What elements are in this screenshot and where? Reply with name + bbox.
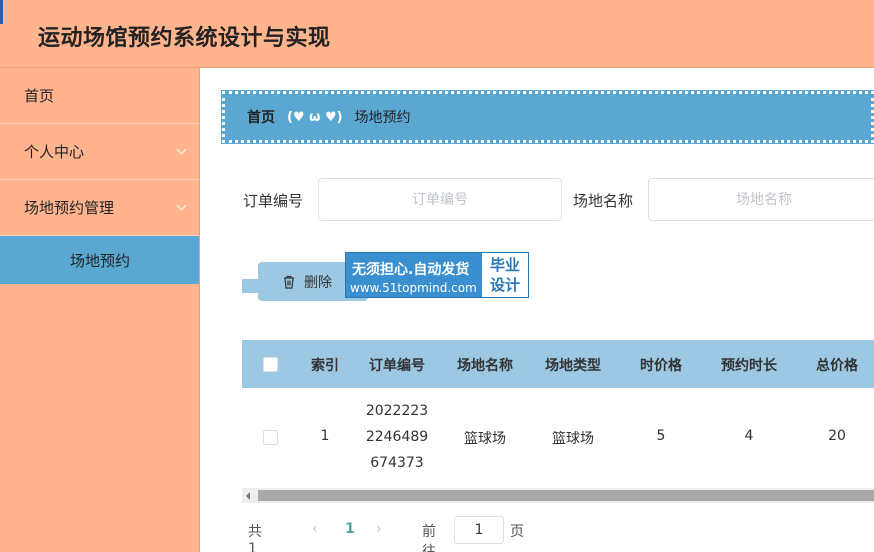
page-unit-label: 页	[510, 524, 524, 540]
watermark-badge: 毕业 设计	[482, 253, 528, 297]
prev-page-button[interactable]: ‹	[312, 521, 318, 537]
order-number-input[interactable]	[318, 178, 562, 221]
breadcrumb: 首页 (♥ ω ♥) 场地预约	[221, 90, 874, 144]
app-title: 运动场馆预约系统设计与实现	[38, 26, 331, 51]
column-header-venue-type: 场地类型	[545, 358, 601, 374]
column-header-order-number: 订单编号	[369, 358, 425, 374]
sidebar-subitem-venue-booking[interactable]: 场地预约	[0, 236, 199, 284]
watermark-line2: www.51topmind.com	[350, 281, 477, 295]
cell-duration: 4	[744, 428, 754, 444]
order-number-part: 2246489	[365, 429, 429, 445]
chevron-down-icon	[176, 144, 187, 155]
cell-hour-price: 5	[656, 428, 666, 444]
sidebar-item-label: 首页	[24, 87, 55, 105]
watermark-badge-line2: 设计	[489, 276, 520, 294]
sidebar-item-personal-center[interactable]: 个人中心	[0, 124, 199, 180]
venue-name-label: 场地名称	[573, 192, 634, 210]
page-jump-input[interactable]	[454, 516, 504, 544]
cell-order-number: 2022223 2246489 674373	[358, 398, 436, 476]
breadcrumb-home[interactable]: 首页	[247, 107, 275, 127]
sidebar-item-home[interactable]: 首页	[0, 68, 199, 124]
horizontal-scrollbar[interactable]	[242, 488, 874, 503]
order-number-part: 2022223	[365, 403, 429, 419]
breadcrumb-current: 场地预约	[354, 110, 411, 126]
sidebar-item-label: 场地预约管理	[24, 199, 115, 217]
column-header-hour-price: 时价格	[640, 358, 682, 374]
trash-icon	[284, 275, 294, 289]
column-header-index: 索引	[311, 358, 339, 374]
booking-table: 索引 订单编号 场地名称 场地类型 时价格 预约时长 总价格 1 2022223…	[242, 340, 874, 486]
watermark-badge-line1: 毕业	[489, 256, 520, 274]
goto-label: 前往	[422, 524, 436, 552]
venue-name-input[interactable]	[648, 178, 874, 221]
watermark-line1: 无须担心.自动发货	[352, 262, 470, 278]
column-header-venue-name: 场地名称	[457, 358, 513, 374]
order-number-label: 订单编号	[243, 192, 304, 210]
delete-button-label: 删除	[304, 274, 332, 291]
breadcrumb-separator: (♥ ω ♥)	[287, 109, 343, 125]
sidebar: 首页 个人中心 场地预约管理 场地预约	[0, 68, 200, 552]
table-header: 索引 订单编号 场地名称 场地类型 时价格 预约时长 总价格	[242, 340, 874, 388]
order-number-part: 674373	[370, 455, 424, 471]
corner-marker	[0, 0, 3, 24]
scrollbar-thumb[interactable]	[258, 490, 874, 501]
select-all-checkbox[interactable]	[263, 357, 278, 372]
sidebar-subitem-label: 场地预约	[70, 251, 131, 270]
sidebar-item-venue-booking-management[interactable]: 场地预约管理	[0, 180, 199, 236]
cell-venue-type: 篮球场	[552, 431, 594, 447]
column-header-total-price: 总价格	[816, 358, 858, 374]
cell-venue-name: 篮球场	[464, 431, 506, 447]
page-number-current[interactable]: 1	[345, 521, 355, 537]
watermark-stamp: 无须担心.自动发货 www.51topmind.com 毕业 设计	[345, 252, 529, 298]
chevron-down-icon	[176, 200, 187, 211]
row-checkbox[interactable]	[263, 430, 278, 445]
column-header-duration: 预约时长	[721, 358, 777, 374]
cell-index: 1	[320, 428, 330, 444]
cell-total-price: 20	[828, 428, 846, 444]
next-page-button[interactable]: ›	[376, 521, 382, 537]
top-header: 运动场馆预约系统设计与实现	[0, 0, 874, 68]
pagination-total: 共 1 条	[248, 524, 262, 552]
scroll-left-icon[interactable]	[246, 492, 250, 500]
sidebar-item-label: 个人中心	[24, 143, 85, 161]
table-row[interactable]: 1 2022223 2246489 674373 篮球场 篮球场 5 4 20	[242, 388, 874, 486]
